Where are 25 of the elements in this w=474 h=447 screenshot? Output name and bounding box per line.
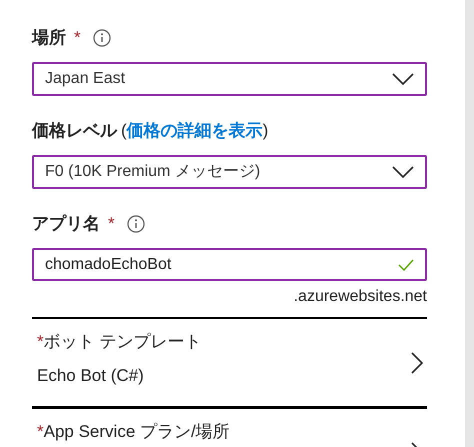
input-field[interactable]: chomadoEchoBot bbox=[32, 248, 427, 281]
nav-item[interactable]: *App Service プラン/場所 bbox=[32, 409, 427, 447]
domain-suffix: .azurewebsites.net bbox=[294, 287, 427, 307]
nav-item-label: App Service プラン/場所 bbox=[44, 421, 230, 443]
chevron-down-icon bbox=[392, 73, 414, 85]
required-mark: * bbox=[37, 331, 44, 353]
field-label: 場所 bbox=[32, 27, 66, 50]
nav-item-label: ボット テンプレート bbox=[44, 331, 202, 353]
paren-text: ( bbox=[121, 120, 127, 142]
nav-item-value: Echo Bot (C#) bbox=[37, 364, 145, 386]
pricing-details-link[interactable]: 価格の詳細を表示 bbox=[126, 118, 263, 144]
chevron-right-icon bbox=[411, 352, 423, 374]
chevron-down-icon bbox=[392, 166, 414, 178]
paren-text: ) bbox=[262, 120, 268, 142]
required-mark: * bbox=[74, 27, 81, 50]
scrollbar[interactable] bbox=[465, 0, 474, 447]
dropdown-field[interactable]: F0 (10K Premium メッセージ) bbox=[32, 155, 427, 189]
field-label: アプリ名 bbox=[32, 213, 100, 236]
required-mark: * bbox=[108, 213, 115, 236]
field-label: 価格レベル bbox=[32, 120, 117, 142]
info-icon[interactable] bbox=[126, 215, 145, 233]
info-icon[interactable] bbox=[92, 29, 111, 47]
nav-item[interactable]: *ボット テンプレート Echo Bot (C#) bbox=[32, 319, 427, 406]
required-mark: * bbox=[37, 421, 44, 443]
dropdown-field[interactable]: Japan East bbox=[32, 62, 427, 96]
